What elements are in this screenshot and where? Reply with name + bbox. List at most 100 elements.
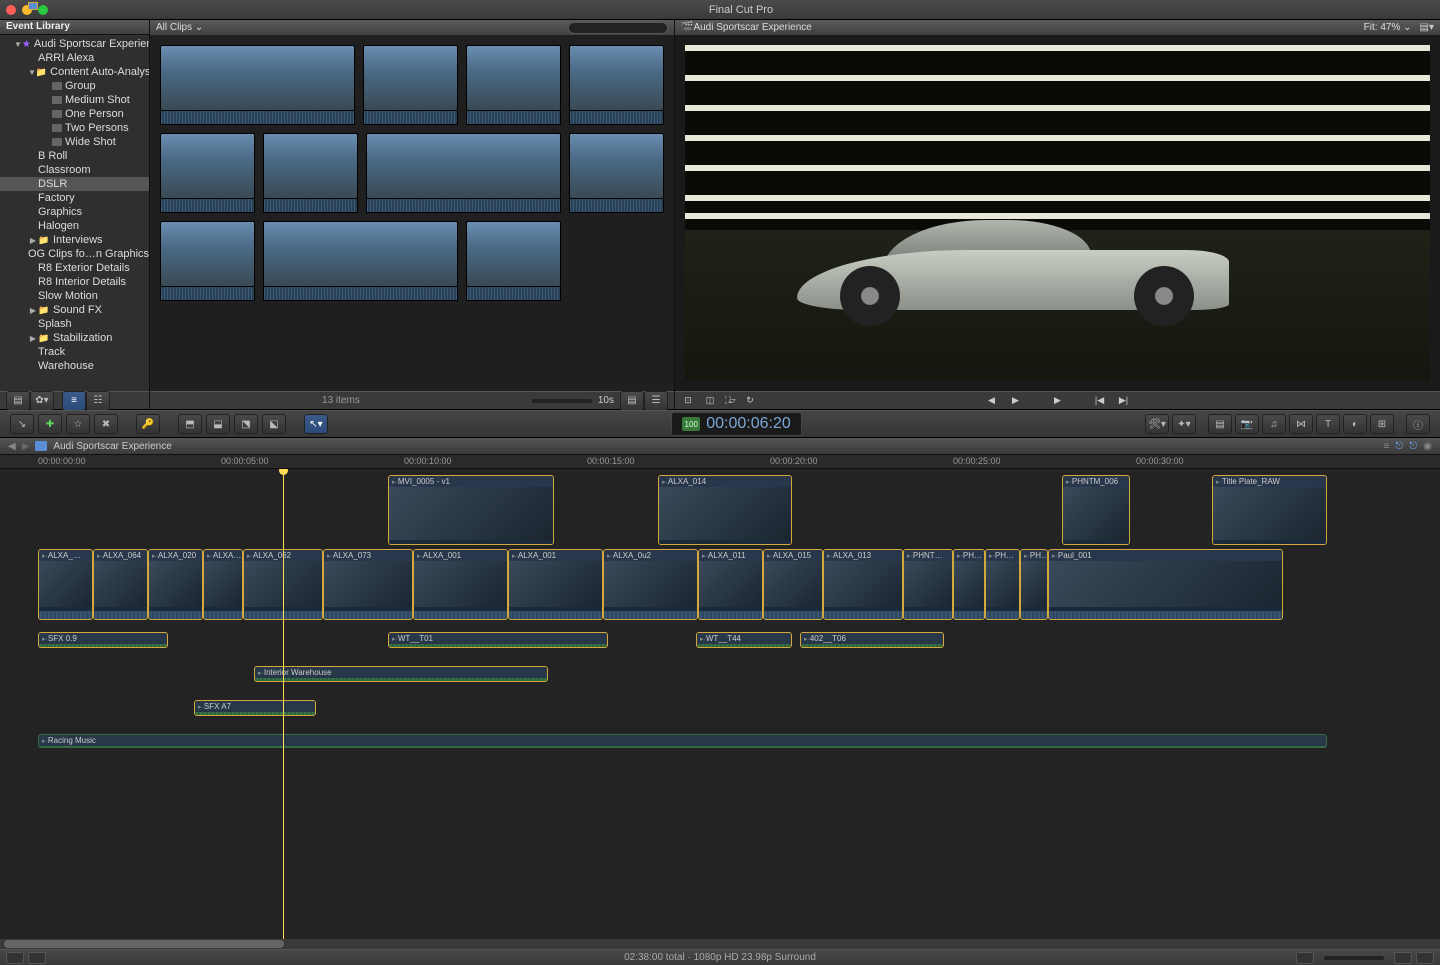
clip-thumbnail[interactable] (160, 45, 355, 125)
viewer-options-icon[interactable]: ▤▾ (1420, 22, 1434, 33)
thumbnail-zoom-slider[interactable] (532, 399, 592, 403)
storyline-clip[interactable]: Paul_001 (1048, 549, 1283, 620)
inspector-button[interactable]: ⓘ (1406, 414, 1430, 434)
library-item[interactable]: ARRI Alexa (0, 51, 149, 65)
storyline-clip[interactable]: ALXA… (203, 549, 243, 620)
library-item[interactable]: ▶📁Interviews (0, 233, 149, 247)
connected-clip[interactable]: PHNTM_006 (1062, 475, 1130, 545)
music-browser-button[interactable]: ♫ (1262, 414, 1286, 434)
clip-thumbnail[interactable] (569, 45, 664, 125)
timeline-zoom-slider[interactable] (1324, 956, 1384, 960)
storyline-clip[interactable]: PH… (1020, 549, 1048, 620)
library-item[interactable]: Halogen (0, 219, 149, 233)
library-item[interactable]: Classroom (0, 163, 149, 177)
library-item[interactable]: Group (0, 79, 149, 93)
clip-thumbnail[interactable] (466, 221, 561, 301)
event-item[interactable]: ▼ ★ Audi Sportscar Experience (0, 37, 149, 51)
titles-browser-button[interactable]: T (1316, 414, 1340, 434)
transitions-browser-button[interactable]: ⋈ (1289, 414, 1313, 434)
library-item[interactable]: OG Clips fo…n Graphics (0, 247, 149, 261)
clip-thumbnail[interactable] (263, 221, 458, 301)
library-item[interactable]: Splash (0, 317, 149, 331)
themes-browser-button[interactable]: ⊞ (1370, 414, 1394, 434)
clip-thumbnail[interactable] (160, 133, 255, 213)
connect-clip-button[interactable]: ⬒ (178, 414, 202, 434)
viewer-canvas[interactable] (685, 45, 1430, 381)
library-view-toggle[interactable]: ▤ (6, 391, 30, 411)
library-item[interactable]: Factory (0, 191, 149, 205)
crop-tool-button[interactable]: ◫ (702, 395, 718, 407)
enhance-menu-button[interactable]: ✦▾ (1172, 414, 1196, 434)
scrollbar-thumb[interactable] (4, 940, 284, 948)
audio-clip[interactable]: WT__T01 (388, 632, 608, 648)
skimming-button[interactable]: ⎋ (1409, 441, 1417, 452)
library-item[interactable]: R8 Exterior Details (0, 261, 149, 275)
connected-clip[interactable]: Title Plate_RAW (1212, 475, 1327, 545)
audio-clip[interactable]: 402__T06 (800, 632, 944, 648)
zoom-window-button[interactable] (38, 5, 48, 15)
media-browser-button[interactable]: ▤ (1208, 414, 1232, 434)
audio-clip[interactable]: SFX A7 (194, 700, 316, 716)
library-item[interactable]: One Person (0, 107, 149, 121)
library-item[interactable]: DSLR (0, 177, 149, 191)
disclosure-triangle-icon[interactable]: ▶ (28, 334, 38, 343)
storyline-clip[interactable]: ALXA_015 (763, 549, 823, 620)
solo-button[interactable]: ◉ (1423, 441, 1432, 452)
library-item[interactable]: Two Persons (0, 121, 149, 135)
music-lane[interactable]: Racing Music (0, 732, 1440, 750)
insert-clip-button[interactable]: ⬓ (206, 414, 230, 434)
browser-thumbnails[interactable] (150, 35, 674, 391)
keyword-editor-button[interactable]: 🔑 (136, 414, 160, 434)
storyline-clip[interactable]: ALXA_… (38, 549, 93, 620)
prev-frame-button[interactable]: |◀ (1092, 395, 1108, 407)
select-tool-button[interactable]: ↖▾ (304, 414, 328, 434)
reject-button[interactable]: ✖ (94, 414, 118, 434)
audio-clip[interactable]: WT__T44 (696, 632, 792, 648)
clip-filter-button[interactable]: ☰ (644, 391, 668, 411)
transform-tool-button[interactable]: ⊡ (680, 395, 696, 407)
timecode-display[interactable]: 100 00:00:06:20 (671, 412, 802, 436)
timeline-index-toggle[interactable] (6, 952, 24, 964)
clip-thumbnail[interactable] (466, 45, 561, 125)
library-action-menu[interactable]: ✿▾ (30, 391, 54, 411)
timeline-ruler[interactable]: 00:00:00:0000:00:05:0000:00:10:0000:00:1… (0, 455, 1440, 469)
clip-thumbnail[interactable] (366, 133, 561, 213)
next-frame-button[interactable]: ▶| (1116, 395, 1132, 407)
audio-clip[interactable]: SFX 0.9 (38, 632, 168, 648)
storyline-clip[interactable]: PH… (953, 549, 985, 620)
library-item[interactable]: Wide Shot (0, 135, 149, 149)
library-item[interactable]: Graphics (0, 205, 149, 219)
overwrite-clip-button[interactable]: ⬕ (262, 414, 286, 434)
library-item[interactable]: Warehouse (0, 359, 149, 373)
close-window-button[interactable] (6, 5, 16, 15)
disclosure-triangle-icon[interactable]: ▶ (28, 236, 38, 245)
history-back-button[interactable]: ◀ (8, 441, 16, 452)
search-input[interactable] (568, 22, 668, 34)
audio-lane-1[interactable]: SFX 0.9 WT__T01 WT__T44 402__T06 (0, 630, 1440, 650)
audio-lane-2[interactable]: Interior Warehouse (0, 664, 1440, 684)
disclosure-triangle-icon[interactable]: ▼ (14, 40, 22, 49)
storyline-clip[interactable]: ALXA_064 (93, 549, 148, 620)
append-clip-button[interactable]: ⬔ (234, 414, 258, 434)
disclosure-triangle-icon[interactable]: ▼ (28, 68, 36, 77)
connected-clip[interactable]: ALXA_014 (658, 475, 792, 545)
fullscreen-button[interactable]: ⛶ (720, 395, 736, 407)
storyline-clip[interactable]: ALXA_020 (148, 549, 203, 620)
filmstrip-view-button[interactable]: ≡ (62, 391, 86, 411)
storyline-clip[interactable]: ALXA_013 (823, 549, 903, 620)
play-button[interactable]: ▶ (1050, 395, 1066, 407)
storyline-clip[interactable]: ALXA_001 (508, 549, 603, 620)
clip-thumbnail[interactable] (160, 221, 255, 301)
playhead[interactable] (283, 469, 284, 939)
timeline-scrollbar[interactable] (0, 939, 1440, 949)
disclosure-triangle-icon[interactable]: ▶ (28, 306, 38, 315)
library-item[interactable]: R8 Interior Details (0, 275, 149, 289)
clip-height-button[interactable] (1416, 952, 1434, 964)
list-view-button[interactable]: ☷ (86, 391, 110, 411)
import-button[interactable]: ↘ (10, 414, 34, 434)
storyline-clip[interactable]: ALXA_073 (323, 549, 413, 620)
library-tree[interactable]: ▼ ★ Audi Sportscar Experience ARRI Alexa… (0, 35, 149, 391)
viewer-fit[interactable]: Fit: 47% ⌄ (1364, 22, 1412, 33)
audio-clip[interactable]: Interior Warehouse (254, 666, 548, 682)
retime-menu-button[interactable]: 🛠▾ (1145, 414, 1169, 434)
